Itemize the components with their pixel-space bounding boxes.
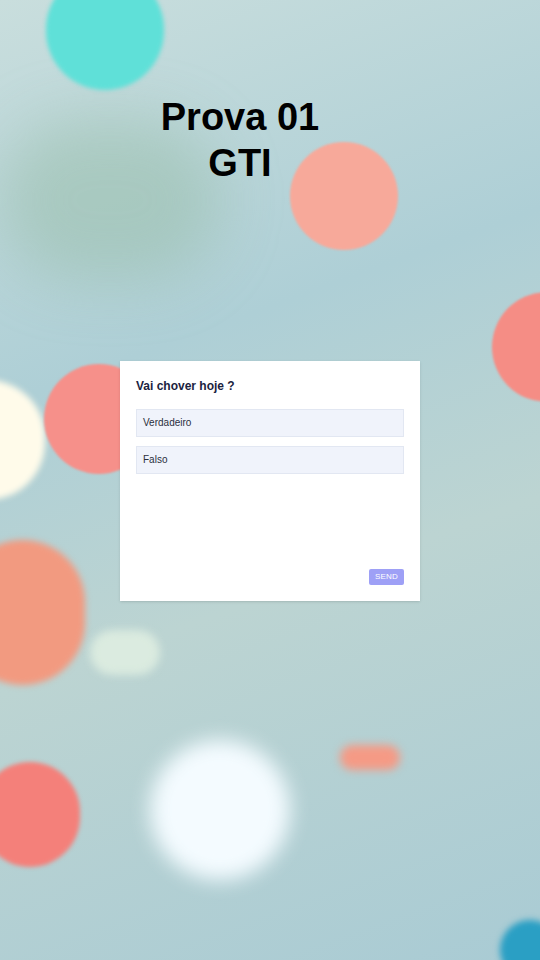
answer-option[interactable]: Falso	[136, 446, 404, 474]
send-button[interactable]: SEND	[369, 569, 404, 585]
page-title: Prova 01GTI	[0, 0, 480, 186]
answer-option[interactable]: Verdadeiro	[136, 409, 404, 437]
question-text: Vai chover hoje ?	[136, 377, 404, 395]
page: Prova 01GTI Vai chover hoje ? Verdadeiro F…	[0, 0, 540, 960]
title-line: GTI	[208, 140, 271, 186]
question-card: Vai chover hoje ? Verdadeiro Falso SEND	[120, 361, 420, 601]
option-label: Verdadeiro	[143, 417, 191, 428]
button-row: SEND	[136, 569, 404, 585]
options-list: Verdadeiro Falso	[136, 409, 404, 474]
option-label: Falso	[143, 454, 167, 465]
title-line: Prova 01	[161, 94, 319, 140]
spacer	[136, 474, 404, 569]
